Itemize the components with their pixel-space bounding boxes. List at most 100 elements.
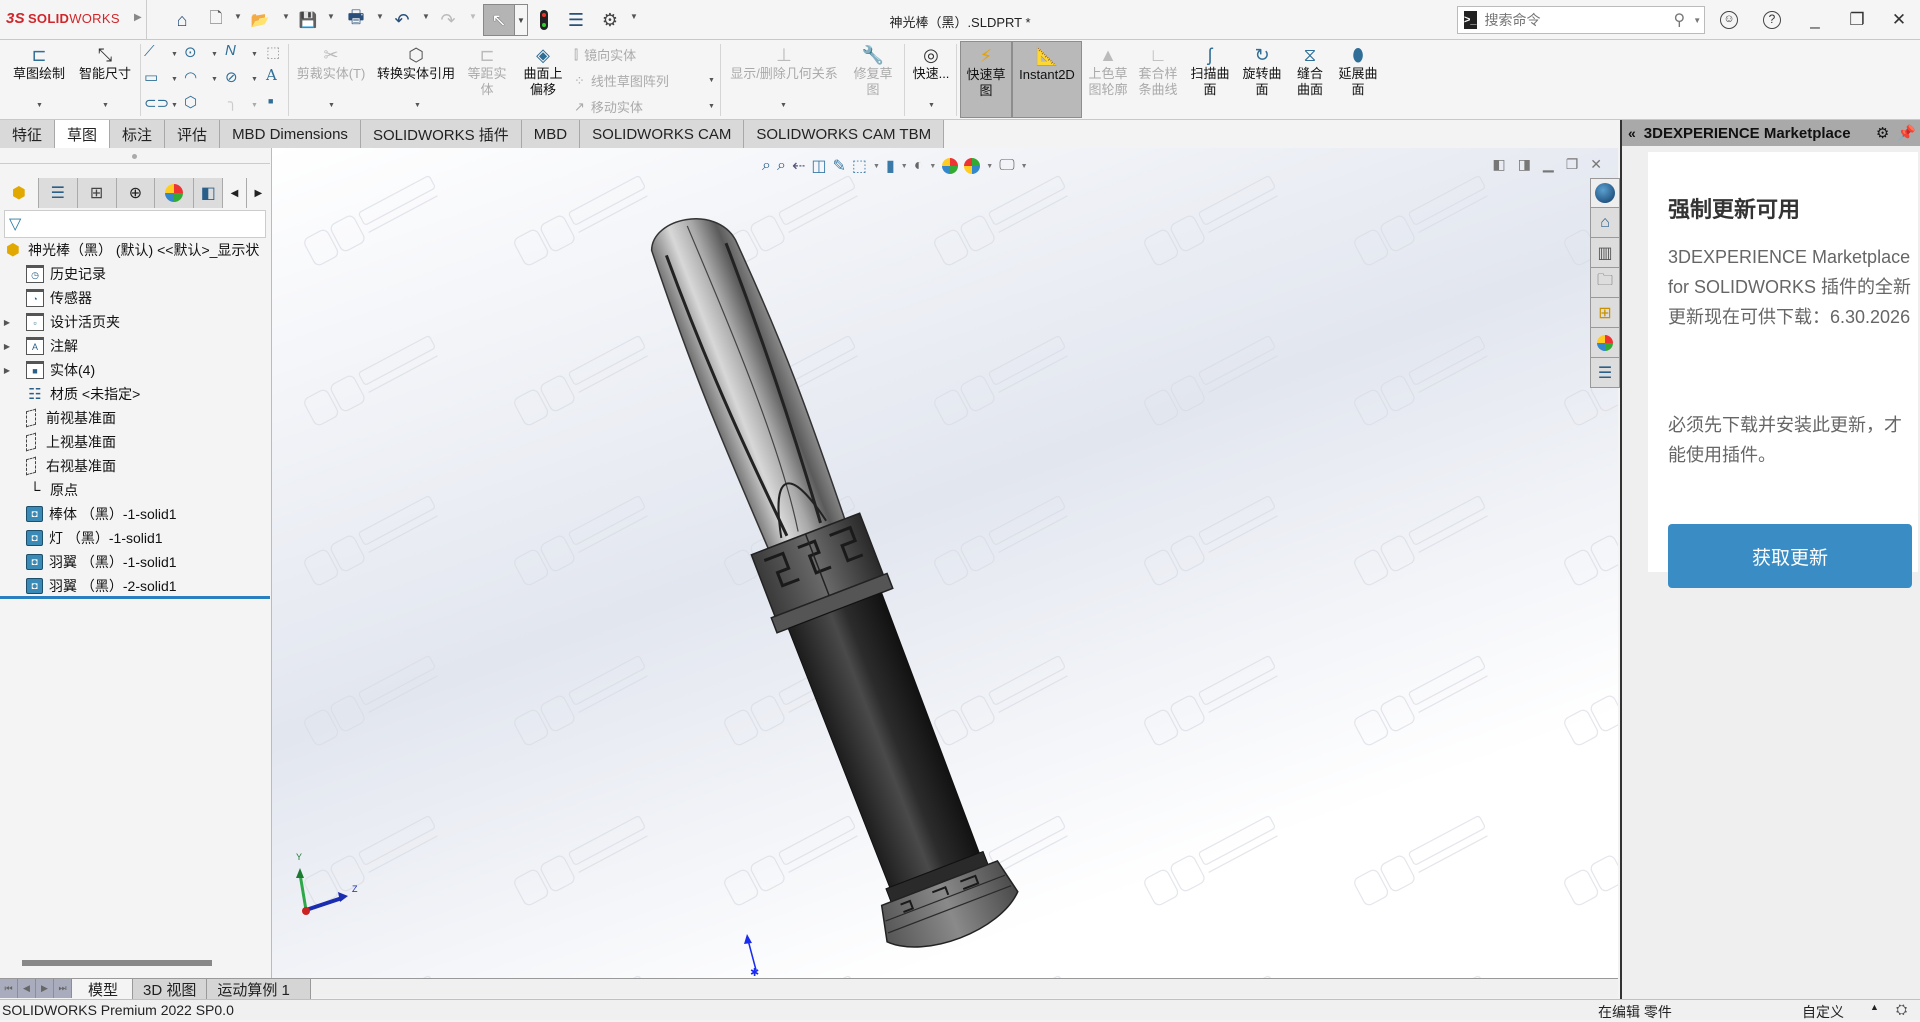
pattern-dropdown-arrow[interactable]: ▼ — [708, 77, 715, 84]
redo-button[interactable]: ↷ — [436, 8, 460, 32]
tree-item[interactable]: ◷ 历史记录 — [0, 262, 270, 286]
tree-item[interactable]: 上视基准面 — [0, 430, 270, 454]
tree-root-part[interactable]: ⬢ 神光棒（黑） (默认) <<默认>_显示状 — [0, 238, 270, 262]
relations-dropdown-arrow[interactable]: ▼ — [780, 102, 787, 109]
move-entities-button[interactable]: ↗ 移动实体 — [574, 97, 643, 116]
trim-dropdown-arrow[interactable]: ▼ — [328, 102, 335, 109]
shaded-sketch-contours-button[interactable]: ▲ 上色草 图轮廓 — [1086, 44, 1130, 98]
point-tool-icon[interactable]: ■ — [268, 96, 273, 106]
help-button[interactable]: ? — [1760, 8, 1784, 32]
instant2d-toggle[interactable]: 📐 Instant2D — [1012, 41, 1082, 118]
file-properties-button[interactable]: ☰ — [564, 8, 588, 32]
plane-sketch-tool-icon[interactable]: ⬚ — [266, 43, 280, 61]
solidworks-logo[interactable]: 3S SOLID WORKS — [6, 10, 120, 27]
save-dropdown-arrow[interactable]: ▼ — [327, 12, 335, 21]
undo-button[interactable]: ↶ — [390, 8, 414, 32]
options-button[interactable]: ⚙ — [598, 8, 622, 32]
first-tab-button[interactable]: ⏮ — [0, 979, 18, 998]
user-account-button[interactable]: ☺ — [1717, 8, 1741, 32]
tab-3d-views[interactable]: 3D 视图 — [133, 979, 208, 999]
offset-on-surface-button[interactable]: ◈ 曲面上 偏移 — [516, 44, 570, 98]
search-dropdown-arrow[interactable]: ▼ — [1693, 16, 1701, 25]
3d-model-render[interactable] — [272, 148, 1618, 978]
units-dropdown-arrow[interactable]: ▲ — [1870, 1002, 1879, 1012]
tree-item[interactable]: ◘ 羽翼 （黑）-1-solid1 — [0, 550, 270, 574]
expand-menu-arrow-icon[interactable]: ▶ — [134, 12, 142, 23]
smart-dimension-button[interactable]: ⤡ 智能尺寸 — [74, 44, 136, 82]
repair-sketch-button[interactable]: 🔧 修复草 图 — [848, 44, 898, 98]
text-tool-icon[interactable]: A — [266, 66, 277, 84]
units-selector[interactable]: 自定义 — [1802, 1002, 1844, 1022]
horizontal-scrollbar[interactable] — [22, 960, 212, 966]
tree-item[interactable]: ◘ 棒体 （黑）-1-solid1 — [0, 502, 270, 526]
displaymanager-tab[interactable] — [155, 178, 195, 208]
expand-arrow-icon[interactable]: ▶ — [0, 318, 14, 327]
dimxpertmanager-tab[interactable]: ⊕ — [116, 178, 156, 208]
convert-entities-button[interactable]: ⬡ 转换实体引用 — [374, 44, 458, 82]
featuremanager-tab[interactable]: ⬢ — [0, 178, 39, 208]
cam-tab[interactable]: ◧ — [194, 178, 224, 208]
line-dropdown-arrow[interactable]: ▼ — [171, 51, 178, 58]
spline-dropdown-arrow[interactable]: ▼ — [251, 51, 258, 58]
task-pane-file-explorer-tab[interactable]: 🗀 — [1590, 268, 1620, 298]
move-dropdown-arrow[interactable]: ▼ — [708, 103, 715, 110]
offset-entities-button[interactable]: ⊏ 等距实 体 — [464, 44, 510, 98]
previous-tab-button[interactable]: ◀ — [18, 979, 36, 998]
ellipse-tool-icon[interactable]: ⊘ — [225, 68, 238, 86]
select-dropdown-arrow[interactable]: ▼ — [515, 4, 528, 36]
rapid-sketch-toggle[interactable]: ⚡ 快速草 图 — [960, 41, 1012, 118]
redo-dropdown-arrow[interactable]: ▼ — [469, 12, 477, 21]
polygon-tool-icon[interactable]: ⬡ — [184, 93, 197, 111]
circle-tool-icon[interactable]: ⊙ — [184, 43, 197, 61]
collapse-panel-icon[interactable]: « — [1628, 125, 1636, 141]
task-pane-custom-properties-tab[interactable]: ☰ — [1590, 358, 1620, 388]
linear-pattern-button[interactable]: ⁘ 线性草图阵列 — [574, 71, 669, 90]
print-button[interactable]: 🖶 — [344, 7, 368, 32]
smart-dimension-dropdown-arrow[interactable]: ▼ — [102, 102, 109, 109]
ellipse-dropdown-arrow[interactable]: ▼ — [251, 76, 258, 83]
task-pane-3dexperience-tab[interactable] — [1590, 178, 1620, 208]
tree-item[interactable]: └ 原点 — [0, 478, 270, 502]
spline-tool-icon[interactable]: N — [225, 42, 236, 59]
close-button[interactable]: ✕ — [1887, 8, 1911, 32]
tree-item[interactable]: 右视基准面 — [0, 454, 270, 478]
expand-arrow-icon[interactable]: ▶ — [0, 342, 14, 351]
open-button[interactable]: 📂 — [248, 8, 272, 32]
tab-sketch[interactable]: 草图 — [55, 120, 111, 148]
quick-snaps-dropdown-arrow[interactable]: ▼ — [928, 102, 935, 109]
new-dropdown-arrow[interactable]: ▼ — [234, 12, 242, 21]
tab-mbd[interactable]: MBD — [521, 120, 581, 148]
rectangle-dropdown-arrow[interactable]: ▼ — [171, 76, 178, 83]
quick-snaps-button[interactable]: ◎ 快速... — [908, 44, 954, 82]
tab-scroll-right[interactable]: ▶ — [246, 178, 270, 208]
tab-model[interactable]: 模型 — [72, 979, 134, 999]
tab-solidworks-cam[interactable]: SOLIDWORKS CAM — [580, 120, 745, 148]
expand-arrow-icon[interactable]: ▶ — [0, 366, 14, 375]
panel-splitter-handle[interactable] — [0, 148, 270, 164]
swept-surface-button[interactable]: ʃ 扫描曲 面 — [1188, 44, 1232, 98]
mirror-entities-button[interactable]: ⫿ 镜向实体 — [574, 45, 636, 64]
restore-button[interactable]: ❐ — [1845, 8, 1869, 32]
task-pane-resources-tab[interactable]: ⌂ — [1590, 208, 1620, 238]
tab-evaluate[interactable]: 评估 — [165, 120, 221, 148]
circle-dropdown-arrow[interactable]: ▼ — [211, 51, 218, 58]
settings-gear-icon[interactable]: ⚙ — [1876, 124, 1889, 142]
tree-item[interactable]: ☷ 材质 <未指定> — [0, 382, 270, 406]
select-button[interactable]: ↖ — [483, 4, 515, 36]
rectangle-tool-icon[interactable]: ▭ — [144, 68, 158, 86]
last-tab-button[interactable]: ⏭ — [54, 979, 72, 998]
next-tab-button[interactable]: ▶ — [36, 979, 54, 998]
rollback-bar[interactable] — [0, 596, 270, 599]
fillet-tool-icon[interactable]: ╮ — [228, 93, 237, 111]
tree-item[interactable]: ◘ 羽翼 （黑）-2-solid1 — [0, 574, 270, 598]
task-pane-appearances-tab[interactable] — [1590, 328, 1620, 358]
revolved-surface-button[interactable]: ↻ 旋转曲 面 — [1240, 44, 1284, 98]
tab-mbd-dimensions[interactable]: MBD Dimensions — [220, 120, 361, 148]
convert-dropdown-arrow[interactable]: ▼ — [414, 102, 421, 109]
tab-solidworks-addins[interactable]: SOLIDWORKS 插件 — [360, 120, 522, 148]
extended-surface-button[interactable]: ⬮ 延展曲 面 — [1336, 44, 1380, 98]
tab-solidworks-cam-tbm[interactable]: SOLIDWORKS CAM TBM — [744, 120, 945, 148]
configurationmanager-tab[interactable]: ⊞ — [77, 178, 117, 208]
minimize-button[interactable]: _ — [1803, 8, 1827, 32]
fillet-dropdown-arrow[interactable]: ▼ — [251, 102, 258, 109]
